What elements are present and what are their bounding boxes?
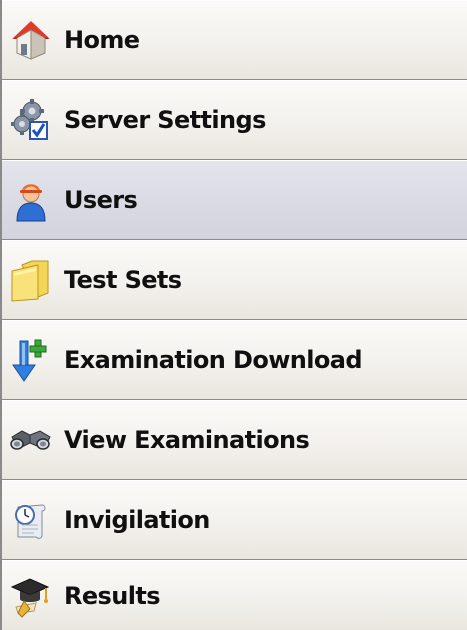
home-icon [8, 17, 54, 63]
user-icon [8, 177, 54, 223]
graduation-cap-icon [8, 573, 54, 619]
nav-item-label: Home [64, 26, 140, 54]
nav-item-view-examinations[interactable]: View Examinations [2, 400, 467, 479]
nav-item-label: Users [64, 186, 138, 214]
navigation-panel: Home Server Settings Users Test Sets Exa… [0, 0, 467, 630]
folder-icon [8, 257, 54, 303]
nav-item-label: Server Settings [64, 106, 266, 134]
invigilation-icon [8, 497, 54, 543]
nav-item-examination-download[interactable]: Examination Download [2, 320, 467, 399]
server-settings-icon [8, 97, 54, 143]
nav-item-label: Examination Download [64, 346, 363, 374]
nav-item-label: Results [64, 581, 161, 610]
nav-item-label: View Examinations [64, 426, 310, 454]
nav-item-label: Test Sets [64, 266, 182, 294]
nav-item-server-settings[interactable]: Server Settings [2, 80, 467, 159]
nav-item-label: Invigilation [64, 506, 210, 534]
nav-item-users[interactable]: Users [2, 160, 467, 239]
nav-item-invigilation[interactable]: Invigilation [2, 480, 467, 559]
binoculars-icon [8, 417, 54, 463]
nav-item-results[interactable]: Results [2, 560, 467, 630]
download-icon [8, 337, 54, 383]
nav-item-test-sets[interactable]: Test Sets [2, 240, 467, 319]
nav-item-home[interactable]: Home [2, 0, 467, 79]
